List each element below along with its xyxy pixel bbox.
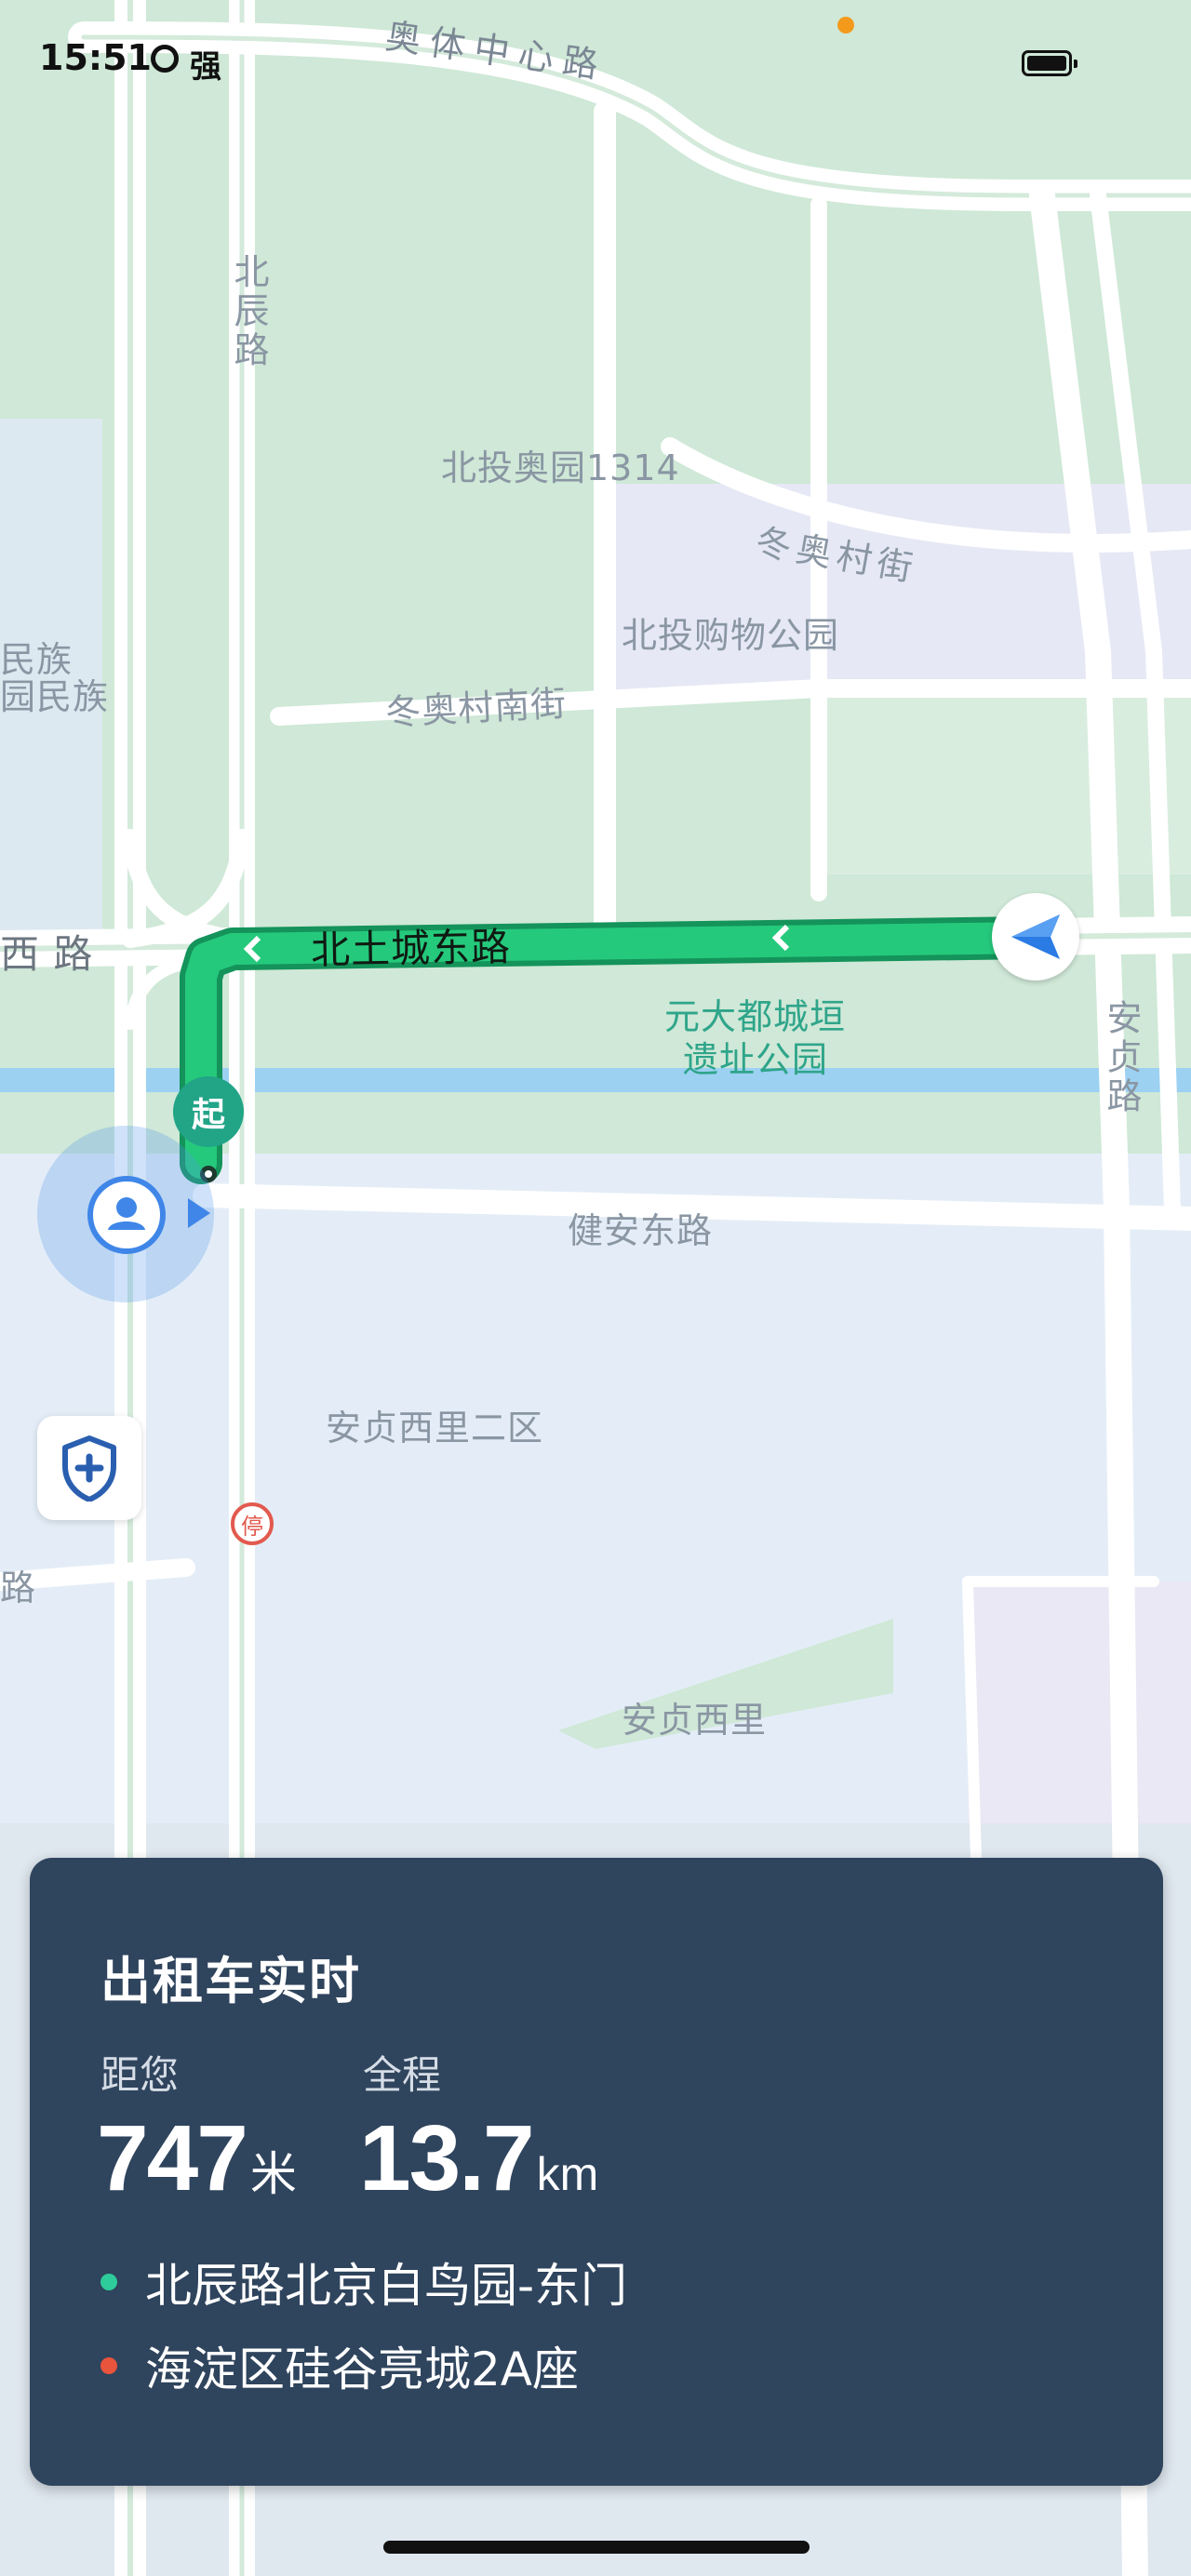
poi-label-beitou-1314: 北投奥园1314 [441,447,680,488]
poi-label-anzhenxili: 安贞西里 [622,1700,768,1741]
total-unit: km [536,2148,599,2200]
road-label-dongaocun-south: 冬奥村南街 [384,682,569,734]
user-location-marker[interactable] [37,1126,244,1302]
total-number: 13.7 [359,2106,535,2210]
origin-address: 北辰路北京白鸟园-东门 [145,2259,628,2313]
signal-strength-label: 强 [190,48,221,86]
road-label-anzhen: 安贞路 [1101,999,1142,1116]
total-label: 全程 [363,2052,442,2098]
navigation-arrow-button[interactable] [992,893,1079,981]
origin-row: 北辰路北京白鸟园-东门 [100,2249,627,2316]
navigation-arrow-icon [1011,914,1060,959]
destination-row: 海淀区硅谷亮城2A座 [100,2332,579,2399]
distance-number: 747 [97,2106,248,2210]
road-label-lu: 路 [0,1568,37,1608]
panel-title: 出租车实时 [100,1952,361,2010]
poi-label-yuandadu-2: 遗址公园 [683,1039,829,1080]
road-label-xi: 西 路 [0,931,94,977]
distance-value: 747米 [97,2105,297,2212]
destination-address: 海淀区硅谷亮城2A座 [145,2342,580,2396]
distance-unit: 米 [249,2148,297,2200]
status-time: 15:51 [39,37,152,78]
distance-label: 距您 [100,2052,180,2098]
battery-icon [1022,50,1077,76]
total-value: 13.7km [359,2105,598,2212]
road-label-beichen: 北辰路 [228,253,269,370]
poi-label-anzhenxili-2: 安贞西里二区 [326,1408,544,1448]
user-location-icon [87,1176,166,1254]
stop-sign-icon: 停 [231,1502,274,1545]
safety-shield-button[interactable] [37,1416,141,1520]
poi-label-minzu-2: 园民族 [0,676,110,717]
poi-label-beitou-park: 北投购物公园 [622,615,840,656]
indicator-dot [837,17,854,33]
destination-dot-icon [100,2357,117,2374]
road-label-beituocheng: 北土城东路 [310,924,512,973]
road-label-jianan-east: 健安东路 [568,1210,714,1251]
home-indicator[interactable] [383,2541,810,2554]
status-bar: 15:51 强 [0,0,1191,121]
safety-shield-icon [62,1435,116,1502]
taxi-info-panel[interactable]: 出租车实时 距您 747米 全程 13.7km 北辰路北京白鸟园-东门 海淀区硅… [30,1858,1163,2486]
signal-icon [151,45,179,73]
origin-dot-icon [100,2274,117,2290]
